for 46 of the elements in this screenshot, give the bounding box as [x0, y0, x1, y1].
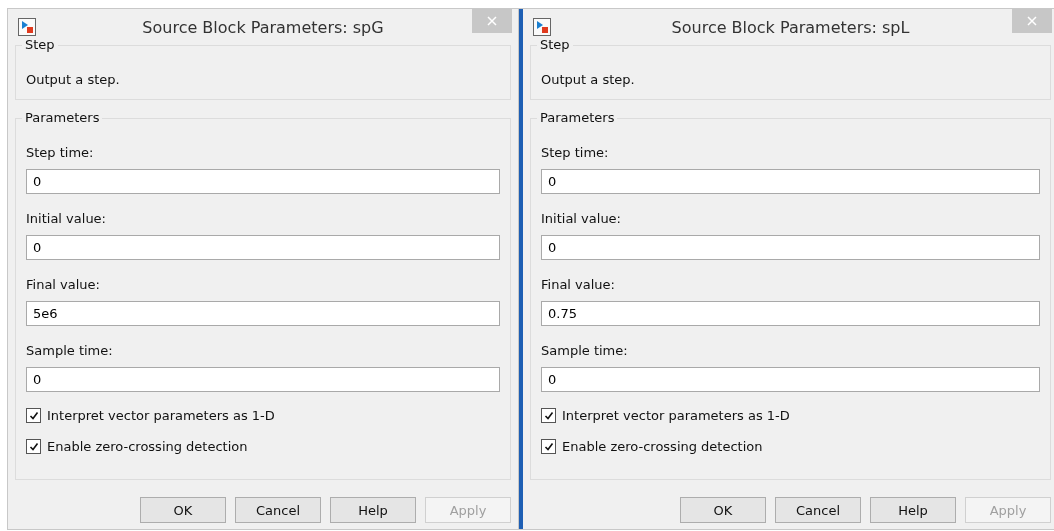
field-label: Final value: — [26, 277, 101, 292]
group-title: Parameters — [537, 110, 618, 125]
input-field[interactable]: 0 — [541, 367, 1040, 392]
field-label: Step time: — [541, 145, 610, 160]
group-title: Step — [537, 37, 573, 52]
input-field[interactable]: 5e6 — [26, 301, 500, 326]
app-icon — [18, 18, 36, 36]
check-icon — [543, 441, 554, 452]
checkbox[interactable] — [26, 439, 41, 454]
dialog-button[interactable]: Help — [330, 497, 416, 523]
input-field[interactable]: 0 — [26, 367, 500, 392]
close-icon — [487, 16, 497, 26]
dialog-button[interactable]: OK — [680, 497, 766, 523]
check-icon — [28, 410, 39, 421]
checkbox[interactable] — [541, 439, 556, 454]
field-label: Step time: — [26, 145, 95, 160]
check-icon — [28, 441, 39, 452]
input-field[interactable]: 0 — [541, 235, 1040, 260]
input-field[interactable]: 0 — [26, 235, 500, 260]
field-label: Sample time: — [26, 343, 114, 358]
close-icon — [1027, 16, 1037, 26]
checkbox-label: Interpret vector parameters as 1-D — [47, 408, 275, 423]
group-title: Step — [22, 37, 58, 52]
checkbox-label: Interpret vector parameters as 1-D — [562, 408, 790, 423]
group-title: Parameters — [22, 110, 103, 125]
field-label: Initial value: — [26, 211, 107, 226]
field-label: Sample time: — [541, 343, 629, 358]
input-field[interactable]: 0.75 — [541, 301, 1040, 326]
checkbox[interactable] — [541, 408, 556, 423]
checkbox-label: Enable zero-crossing detection — [562, 439, 763, 454]
dialog-button[interactable]: Cancel — [775, 497, 861, 523]
window-title: Source Block Parameters: spG — [141, 17, 385, 37]
checkbox[interactable] — [26, 408, 41, 423]
input-field[interactable]: 0 — [26, 169, 500, 194]
field-label: Final value: — [541, 277, 616, 292]
checkbox-label: Enable zero-crossing detection — [47, 439, 248, 454]
field-label: Initial value: — [541, 211, 622, 226]
description-text: Output a step. — [26, 72, 121, 87]
dialog-button[interactable]: OK — [140, 497, 226, 523]
dialog-button[interactable]: Cancel — [235, 497, 321, 523]
app-icon — [533, 18, 551, 36]
check-icon — [543, 410, 554, 421]
dialog-button[interactable]: Help — [870, 497, 956, 523]
description-text: Output a step. — [541, 72, 636, 87]
window-title: Source Block Parameters: spL — [670, 17, 911, 37]
input-field[interactable]: 0 — [541, 169, 1040, 194]
